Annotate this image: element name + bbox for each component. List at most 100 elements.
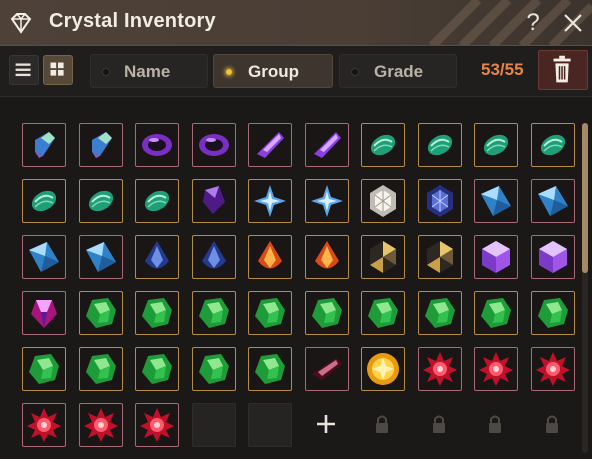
sort-tab-label: Group bbox=[248, 62, 299, 81]
sort-tab-label: Grade bbox=[374, 62, 424, 81]
gem-magenta-icon bbox=[31, 300, 57, 328]
crystal-slot[interactable] bbox=[135, 179, 179, 223]
crystal-slot[interactable] bbox=[305, 235, 349, 279]
crystal-slot[interactable] bbox=[135, 347, 179, 391]
crystal-slot[interactable] bbox=[248, 347, 292, 391]
crystal-slot[interactable] bbox=[474, 347, 518, 391]
locked-slot bbox=[474, 403, 518, 447]
crystal-slot[interactable] bbox=[248, 235, 292, 279]
crystal-slot[interactable] bbox=[22, 123, 66, 167]
crystal-slot[interactable] bbox=[474, 179, 518, 223]
crystal-slot[interactable] bbox=[22, 179, 66, 223]
green-round-icon bbox=[481, 298, 511, 328]
crystal-slot[interactable] bbox=[79, 123, 123, 167]
crystal-slot[interactable] bbox=[361, 347, 405, 391]
empty-slot[interactable] bbox=[192, 403, 236, 447]
crystal-slot[interactable] bbox=[79, 235, 123, 279]
crystal-slot[interactable] bbox=[79, 347, 123, 391]
crystal-slot[interactable] bbox=[531, 291, 575, 335]
sort-tab-name[interactable]: Name bbox=[90, 54, 208, 88]
flower-red-icon bbox=[27, 408, 61, 442]
crystal-slot[interactable] bbox=[135, 123, 179, 167]
crystal-slot[interactable] bbox=[418, 123, 462, 167]
crystal-slot[interactable] bbox=[361, 179, 405, 223]
title-bar[interactable]: Crystal Inventory ? bbox=[0, 0, 592, 46]
crystal-slot[interactable] bbox=[248, 179, 292, 223]
capacity-counter: 53/55 bbox=[481, 60, 524, 79]
trash-button[interactable] bbox=[538, 50, 588, 90]
crystal-slot[interactable] bbox=[135, 291, 179, 335]
crystal-slot[interactable] bbox=[135, 403, 179, 447]
drop-orange-icon bbox=[315, 241, 339, 269]
crystal-slot[interactable] bbox=[192, 123, 236, 167]
crystal-slot[interactable] bbox=[361, 123, 405, 167]
locked-slot bbox=[531, 403, 575, 447]
crystal-slot[interactable] bbox=[79, 291, 123, 335]
crystal-slot[interactable] bbox=[418, 347, 462, 391]
crystal-slot[interactable] bbox=[192, 347, 236, 391]
green-round-icon bbox=[142, 354, 172, 384]
green-round-icon bbox=[86, 298, 116, 328]
crystal-slot[interactable] bbox=[135, 235, 179, 279]
crystal-slot[interactable] bbox=[531, 235, 575, 279]
crystal-slot[interactable] bbox=[361, 291, 405, 335]
help-button[interactable]: ? bbox=[522, 8, 544, 38]
green-round-icon bbox=[199, 354, 229, 384]
sort-tab-grade[interactable]: Grade bbox=[339, 54, 457, 88]
locked-slot bbox=[418, 403, 462, 447]
locked-slot bbox=[361, 403, 405, 447]
sort-tab-label: Name bbox=[124, 62, 171, 81]
oval-teal-icon bbox=[31, 190, 57, 212]
empty-slot[interactable] bbox=[248, 403, 292, 447]
crystal-slot[interactable] bbox=[531, 123, 575, 167]
crystal-slot[interactable] bbox=[418, 235, 462, 279]
crystal-slot[interactable] bbox=[192, 291, 236, 335]
crystal-slot[interactable] bbox=[79, 403, 123, 447]
list-view-button[interactable] bbox=[9, 55, 39, 85]
crystal-slot[interactable] bbox=[531, 179, 575, 223]
radio-indicator bbox=[351, 68, 359, 76]
crystal-slot[interactable] bbox=[361, 235, 405, 279]
crystal-slot[interactable] bbox=[305, 347, 349, 391]
shard-crimson-icon bbox=[312, 358, 342, 380]
crystal-slot[interactable] bbox=[305, 123, 349, 167]
crystal-slot[interactable] bbox=[192, 179, 236, 223]
crystal-slot[interactable] bbox=[22, 235, 66, 279]
crystal-slot[interactable] bbox=[474, 123, 518, 167]
add-slot-button[interactable] bbox=[305, 403, 349, 447]
close-icon[interactable] bbox=[560, 10, 586, 36]
crystal-slot[interactable] bbox=[248, 123, 292, 167]
crystal-slot[interactable] bbox=[418, 291, 462, 335]
flower-red-icon bbox=[536, 352, 570, 386]
crystal-blue-icon bbox=[29, 242, 59, 272]
crystal-slot[interactable] bbox=[79, 179, 123, 223]
crystal-slot[interactable] bbox=[418, 179, 462, 223]
crystal-slot[interactable] bbox=[22, 347, 66, 391]
sort-tab-group[interactable]: Group bbox=[213, 54, 333, 88]
crystal-blue-icon bbox=[538, 186, 568, 216]
flower-red-icon bbox=[84, 408, 118, 442]
drop-navy-icon bbox=[145, 241, 169, 269]
oval-teal-icon bbox=[370, 134, 396, 156]
crystal-slot[interactable] bbox=[248, 291, 292, 335]
crystal-slot[interactable] bbox=[22, 291, 66, 335]
radio-indicator bbox=[225, 68, 233, 76]
green-round-icon bbox=[255, 354, 285, 384]
crystal-slot[interactable] bbox=[22, 403, 66, 447]
flower-red-icon bbox=[423, 352, 457, 386]
crystal-slot[interactable] bbox=[531, 347, 575, 391]
grid-icon bbox=[50, 62, 64, 76]
crystal-slot[interactable] bbox=[305, 179, 349, 223]
star-blue-icon bbox=[311, 185, 343, 217]
lock-icon bbox=[489, 415, 501, 433]
ring-purple-icon bbox=[199, 134, 229, 156]
crystal-slot[interactable] bbox=[305, 291, 349, 335]
crystal-slot[interactable] bbox=[192, 235, 236, 279]
cube-violet-icon bbox=[539, 241, 567, 273]
crystal-slot[interactable] bbox=[474, 291, 518, 335]
crystal-slot[interactable] bbox=[474, 235, 518, 279]
grid-view-button[interactable] bbox=[43, 55, 73, 85]
inventory-grid bbox=[0, 98, 592, 459]
scrollbar-thumb[interactable] bbox=[582, 123, 588, 273]
green-round-icon bbox=[199, 298, 229, 328]
